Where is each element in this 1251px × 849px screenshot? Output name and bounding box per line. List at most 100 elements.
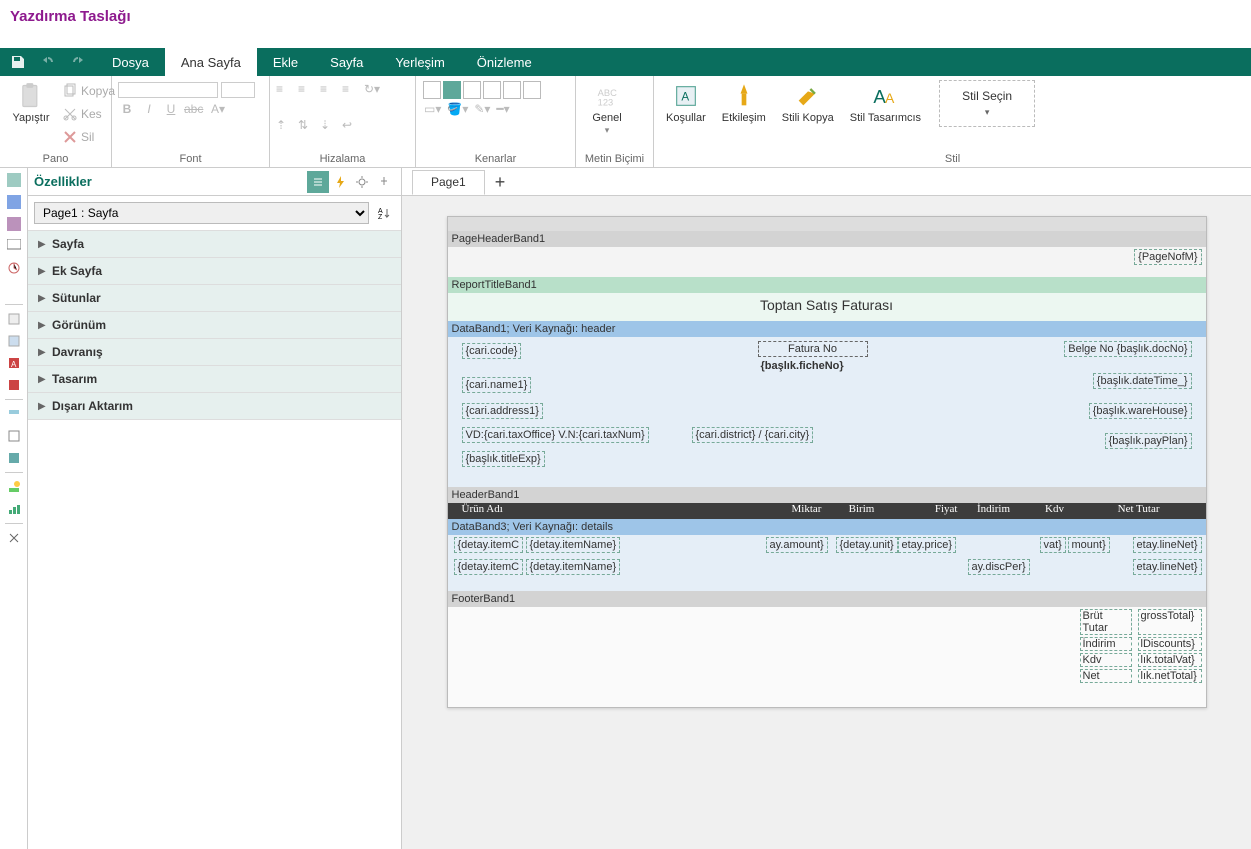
- field-datetime[interactable]: {başlık.dateTime_}: [1093, 373, 1192, 389]
- prop-tasarim[interactable]: ▶Tasarım: [28, 366, 401, 393]
- props-bolt-icon[interactable]: [329, 171, 351, 193]
- border-t-icon[interactable]: [483, 81, 501, 99]
- align-mid-icon[interactable]: ⇅: [298, 118, 318, 132]
- tool2-icon[interactable]: [4, 192, 24, 212]
- cut-button[interactable]: Kes: [58, 103, 119, 125]
- interaction-button[interactable]: Etkileşim: [716, 80, 772, 126]
- fill-color-button[interactable]: 🪣▾: [447, 102, 468, 116]
- tab-sayfa[interactable]: Sayfa: [314, 48, 379, 76]
- field-mount[interactable]: mount}: [1068, 537, 1110, 553]
- element-select[interactable]: Page1 : Sayfa: [34, 202, 369, 224]
- field-discper[interactable]: ay.discPer}: [968, 559, 1030, 575]
- prop-sutunlar[interactable]: ▶Sütunlar: [28, 285, 401, 312]
- style-designer-button[interactable]: AAStil Tasarımcıs: [844, 80, 927, 126]
- align-right-icon[interactable]: ≡: [320, 82, 340, 96]
- align-left-icon[interactable]: ≡: [276, 82, 296, 96]
- redo-icon[interactable]: [64, 48, 92, 76]
- field-linenet2[interactable]: etay.lineNet}: [1133, 559, 1202, 575]
- totals-table[interactable]: Brüt TutargrossTotal} İndirimlDiscounts}…: [1080, 609, 1202, 685]
- tool5-icon[interactable]: [4, 258, 24, 278]
- tool8-icon[interactable]: [4, 331, 24, 351]
- tab-dosya[interactable]: Dosya: [96, 48, 165, 76]
- field-fatura-no[interactable]: Fatura No: [758, 341, 868, 357]
- strike-button[interactable]: abc: [184, 102, 202, 116]
- font-family-input[interactable]: [118, 82, 218, 98]
- field-itemname1[interactable]: {detay.itemName}: [526, 537, 621, 553]
- field-payplan[interactable]: {başlık.payPlan}: [1105, 433, 1192, 449]
- field-fiche-no[interactable]: {başlık.ficheNo}: [758, 359, 847, 373]
- underline-button[interactable]: U: [162, 102, 180, 116]
- tool13-icon[interactable]: [4, 448, 24, 468]
- field-warehouse[interactable]: {başlık.wareHouse}: [1089, 403, 1192, 419]
- border-all-icon[interactable]: [443, 81, 461, 99]
- field-district[interactable]: {cari.district} / {cari.city}: [692, 427, 814, 443]
- prop-sayfa[interactable]: ▶Sayfa: [28, 231, 401, 258]
- tab-yerlesim[interactable]: Yerleşim: [379, 48, 460, 76]
- tab-ana-sayfa[interactable]: Ana Sayfa: [165, 48, 257, 76]
- border-color-button[interactable]: ✎▾: [474, 102, 490, 116]
- field-price[interactable]: etay.price}: [898, 537, 957, 553]
- field-cari-addr[interactable]: {cari.address1}: [462, 403, 543, 419]
- rotate-icon[interactable]: ↻▾: [364, 82, 388, 96]
- align-top-icon[interactable]: ⇡: [276, 118, 296, 132]
- tool10-icon[interactable]: [4, 375, 24, 395]
- border-none-icon[interactable]: [423, 81, 441, 99]
- copy-style-button[interactable]: Stili Kopya: [776, 80, 840, 126]
- prop-disari[interactable]: ▶Dışarı Aktarım: [28, 393, 401, 420]
- tab-onizleme[interactable]: Önizleme: [461, 48, 548, 76]
- tool9-icon[interactable]: A: [4, 353, 24, 373]
- title-text[interactable]: Toptan Satış Faturası: [448, 293, 1206, 321]
- font-size-input[interactable]: [221, 82, 255, 98]
- delete-button[interactable]: Sil: [58, 126, 119, 148]
- field-itemc1[interactable]: {detay.itemC: [454, 537, 524, 553]
- field-tax[interactable]: VD:{cari.taxOffice} V.N:{cari.taxNum}: [462, 427, 649, 443]
- field-itemname2[interactable]: {detay.itemName}: [526, 559, 621, 575]
- page1-tab[interactable]: Page1: [412, 170, 485, 195]
- field-cari-name[interactable]: {cari.name1}: [462, 377, 532, 393]
- props-pin-icon[interactable]: [373, 171, 395, 193]
- bold-button[interactable]: B: [118, 102, 136, 116]
- save-icon[interactable]: [4, 48, 32, 76]
- tool12-icon[interactable]: [4, 426, 24, 446]
- wrap-icon[interactable]: ↩: [342, 118, 362, 132]
- props-list-icon[interactable]: [307, 171, 329, 193]
- canvas[interactable]: PageHeaderBand1 {PageNofM} ReportTitleBan…: [402, 196, 1251, 849]
- sort-icon[interactable]: AZ: [373, 202, 395, 224]
- undo-icon[interactable]: [34, 48, 62, 76]
- tool16-icon[interactable]: [4, 528, 24, 548]
- field-belge-no[interactable]: Belge No {başlık.docNo}: [1064, 341, 1191, 357]
- field-cari-code[interactable]: {cari.code}: [462, 343, 522, 359]
- border-l-icon[interactable]: [463, 81, 481, 99]
- style-picker[interactable]: Stil Seçin▾: [939, 80, 1035, 127]
- copy-button[interactable]: Kopya: [58, 80, 119, 102]
- page-header-band[interactable]: PageHeaderBand1: [448, 231, 1206, 247]
- prop-ek-sayfa[interactable]: ▶Ek Sayfa: [28, 258, 401, 285]
- align-center-icon[interactable]: ≡: [298, 82, 318, 96]
- border-b-icon[interactable]: [523, 81, 541, 99]
- report-title-band[interactable]: ReportTitleBand1: [448, 277, 1206, 293]
- tool1-icon[interactable]: [4, 170, 24, 190]
- align-justify-icon[interactable]: ≡: [342, 82, 362, 96]
- props-gear-icon[interactable]: [351, 171, 373, 193]
- conditions-button[interactable]: AKoşullar: [660, 80, 712, 126]
- tool7-icon[interactable]: [4, 309, 24, 329]
- tool11-icon[interactable]: [4, 404, 24, 424]
- font-color-button[interactable]: A▾: [206, 102, 230, 116]
- align-bot-icon[interactable]: ⇣: [320, 118, 340, 132]
- databand3-label[interactable]: DataBand3; Veri Kaynağı: details: [448, 519, 1206, 535]
- tab-ekle[interactable]: Ekle: [257, 48, 314, 76]
- field-linenet1[interactable]: etay.lineNet}: [1133, 537, 1202, 553]
- field-pagenofm[interactable]: {PageNofM}: [1134, 249, 1201, 265]
- italic-button[interactable]: I: [140, 102, 158, 116]
- border-r-icon[interactable]: [503, 81, 521, 99]
- prop-gorunum[interactable]: ▶Görünüm: [28, 312, 401, 339]
- field-titleexp[interactable]: {başlık.titleExp}: [462, 451, 545, 467]
- border-width-button[interactable]: ━▾: [496, 102, 509, 116]
- text-format-button[interactable]: ABC123Genel▾: [582, 80, 632, 138]
- field-amount[interactable]: ay.amount}: [766, 537, 828, 553]
- prop-davranis[interactable]: ▶Davranış: [28, 339, 401, 366]
- tool3-icon[interactable]: [4, 214, 24, 234]
- report-page[interactable]: PageHeaderBand1 {PageNofM} ReportTitleBan…: [447, 216, 1207, 708]
- footerband-label[interactable]: FooterBand1: [448, 591, 1206, 607]
- field-vat[interactable]: vat}: [1040, 537, 1066, 553]
